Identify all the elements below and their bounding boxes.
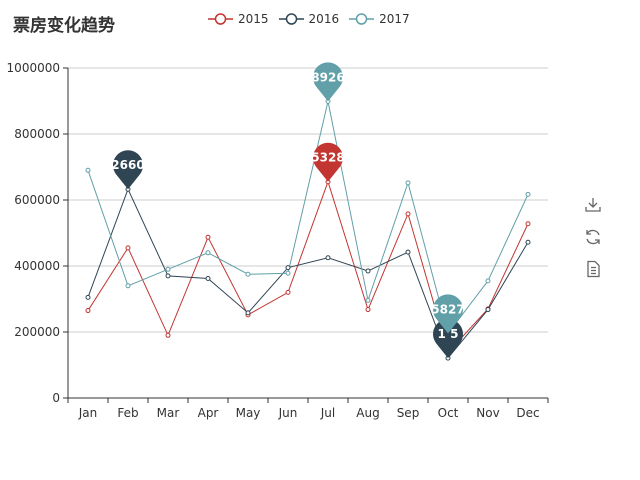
data-point-2016[interactable] <box>165 273 171 279</box>
data-point-2017[interactable] <box>365 297 371 303</box>
data-point-2015[interactable] <box>205 234 211 240</box>
data-point-2016[interactable] <box>325 255 331 261</box>
x-tick-label-oct: Oct <box>438 406 459 420</box>
x-tick-label-aug: Aug <box>356 406 379 420</box>
y-tick-label: 0 <box>52 391 60 405</box>
y-tick-label: 1000000 <box>7 61 60 75</box>
y-tick-label: 400000 <box>14 259 60 273</box>
x-tick-label-jan: Jan <box>78 406 98 420</box>
data-point-2015[interactable] <box>165 332 171 338</box>
data-point-2016[interactable] <box>285 265 291 271</box>
data-point-2017[interactable] <box>125 283 131 289</box>
data-point-2015[interactable] <box>405 211 411 217</box>
chart: 票房变化趋势 2015 2016 2017 0 200000 400000 60000… <box>0 0 640 480</box>
plot-area: 0 200000 400000 600000 800000 1000000 Jan Feb Ma… <box>7 61 549 420</box>
y-tick-label: 800000 <box>14 127 60 141</box>
x-tick-label-jun: Jun <box>278 406 298 420</box>
y-tick-label: 600000 <box>14 193 60 207</box>
data-point-2017[interactable] <box>85 167 91 173</box>
marker-label-2016: 2660 <box>111 158 144 172</box>
data-point-2016[interactable] <box>405 249 411 255</box>
x-tick-label-nov: Nov <box>476 406 499 420</box>
series-line-2017 <box>87 101 529 335</box>
data-point-2017[interactable] <box>525 191 531 197</box>
data-point-2016[interactable] <box>205 276 211 282</box>
data-point-2017[interactable] <box>205 250 211 256</box>
data-point-2017[interactable] <box>485 278 491 284</box>
data-point-2015[interactable] <box>85 308 91 314</box>
data-point-2017[interactable] <box>165 266 171 272</box>
refresh-icon[interactable] <box>584 228 602 246</box>
document-icon[interactable] <box>584 260 602 278</box>
data-point-2016[interactable] <box>525 239 531 245</box>
data-point-2016[interactable] <box>245 310 251 316</box>
data-point-2017[interactable] <box>405 180 411 186</box>
data-point-2015[interactable] <box>125 245 131 251</box>
data-point-2015[interactable] <box>285 289 291 295</box>
x-tick-label-apr: Apr <box>198 406 219 420</box>
x-tick-label-jul: Jul <box>320 406 335 420</box>
x-tick-label-feb: Feb <box>117 406 138 420</box>
data-point-2015[interactable] <box>525 221 531 227</box>
data-point-2017[interactable] <box>285 270 291 276</box>
toolbox <box>584 196 604 292</box>
series-line-2015 <box>87 180 529 354</box>
data-point-2016[interactable] <box>485 307 491 313</box>
data-point-2016[interactable] <box>365 268 371 274</box>
marker-label-2017: 5827 <box>431 302 464 316</box>
data-point-2015[interactable] <box>365 307 371 313</box>
x-tick-label-sep: Sep <box>397 406 420 420</box>
x-tick-label-dec: Dec <box>516 406 539 420</box>
x-tick-label-may: May <box>236 406 261 420</box>
data-point-2016[interactable] <box>85 294 91 300</box>
marker-label-2017: 8926 <box>311 70 344 84</box>
download-icon[interactable] <box>584 196 602 214</box>
x-tick-label-mar: Mar <box>157 406 180 420</box>
data-point-2017[interactable] <box>245 271 251 277</box>
y-tick-label: 200000 <box>14 325 60 339</box>
marker-label-2015: 5328 <box>311 151 344 165</box>
